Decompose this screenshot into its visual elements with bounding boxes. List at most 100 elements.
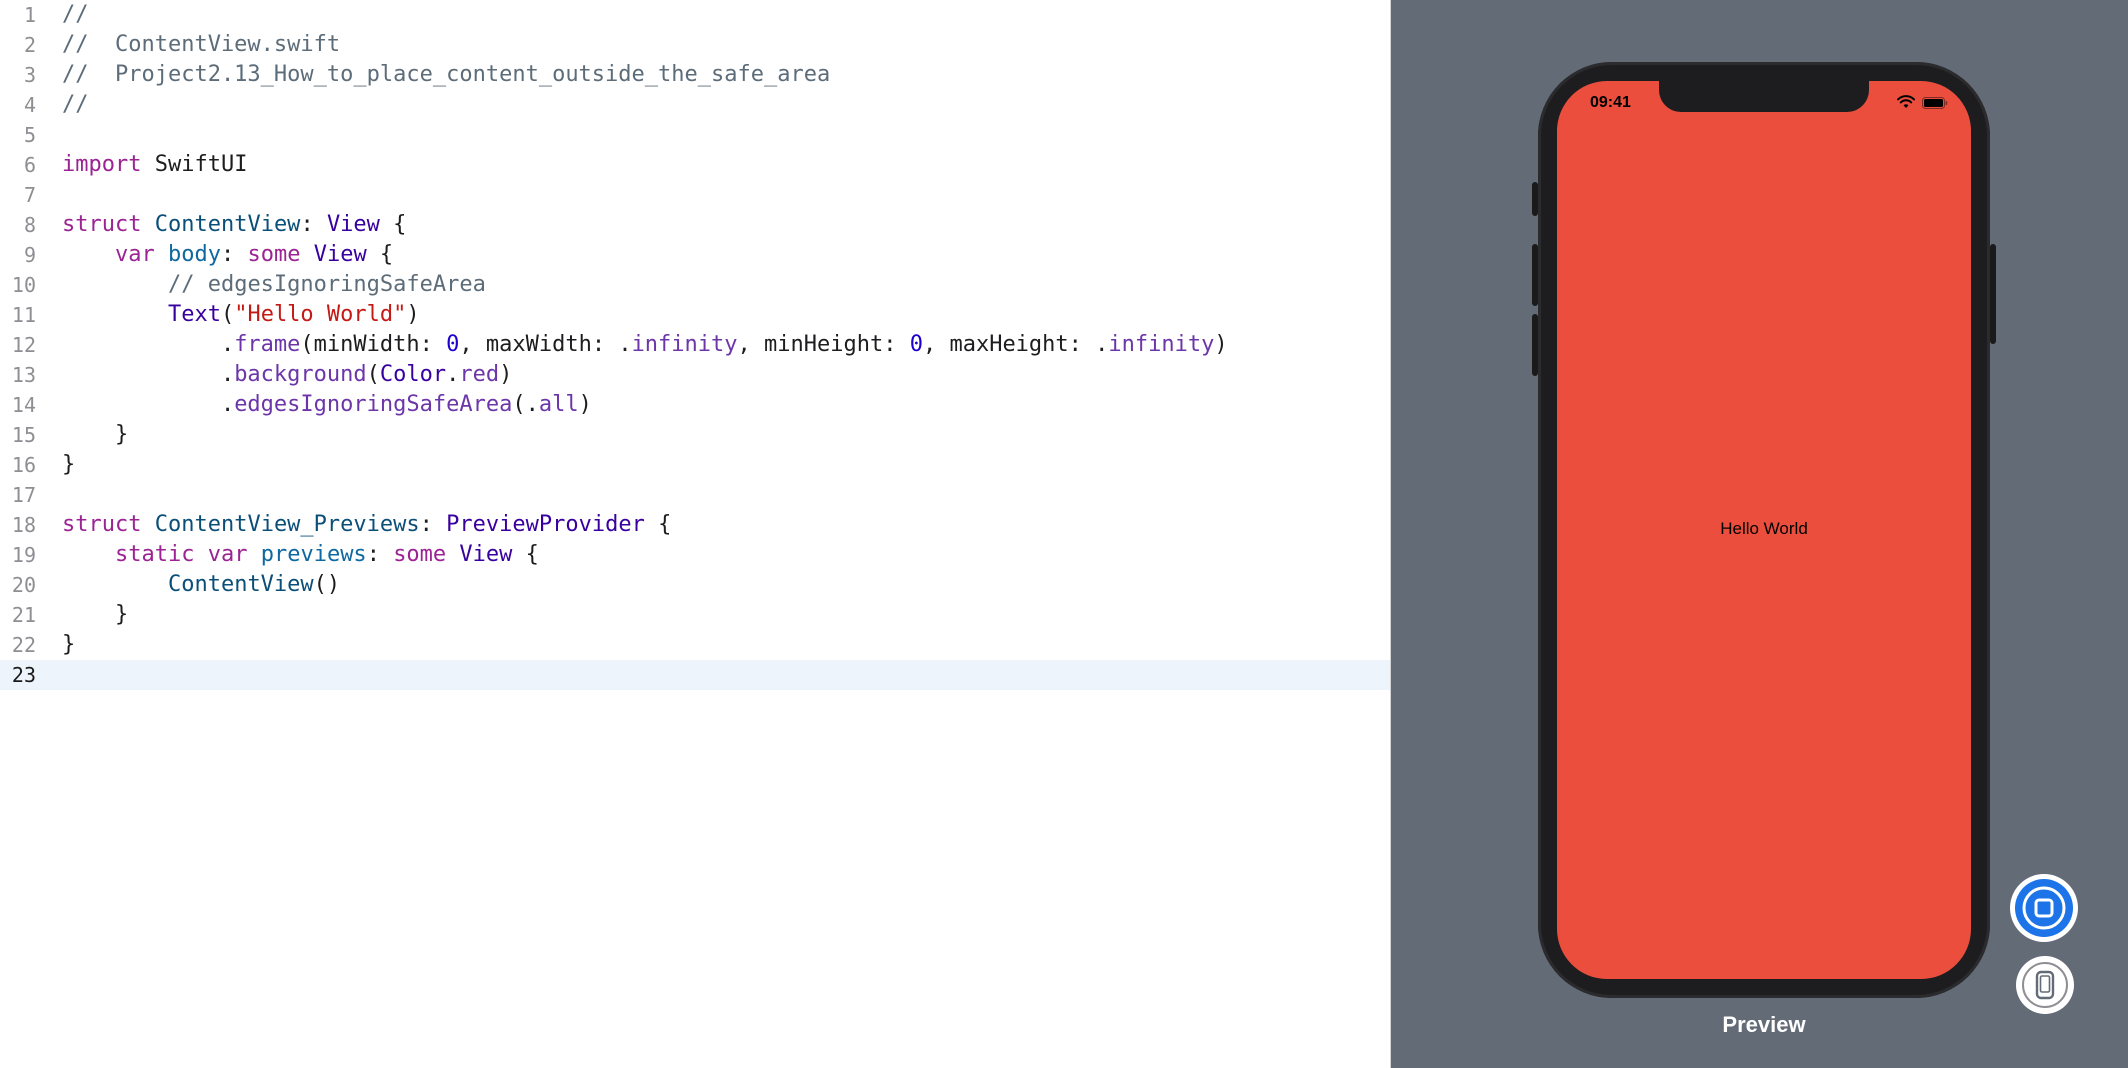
- code-text: //: [62, 0, 89, 30]
- code-line[interactable]: 17: [0, 480, 1390, 510]
- volume-up-button: [1532, 244, 1538, 306]
- code-line[interactable]: 15 }: [0, 420, 1390, 450]
- code-token: 0: [909, 332, 923, 357]
- code-text: Text("Hello World"): [62, 300, 420, 330]
- code-token: struct: [62, 212, 142, 237]
- code-line[interactable]: 13 .background(Color.red): [0, 360, 1390, 390]
- code-line[interactable]: 7: [0, 180, 1390, 210]
- code-token: import: [62, 152, 142, 177]
- device-screen: 09:41 Hello World: [1557, 81, 1971, 979]
- code-token: :: [300, 212, 327, 237]
- code-token: // edgesIgnoringSafeArea: [167, 272, 486, 297]
- code-line[interactable]: 2 // ContentView.swift: [0, 30, 1390, 60]
- code-token: all: [538, 392, 579, 417]
- code-line[interactable]: 6 import SwiftUI: [0, 150, 1390, 180]
- code-token: // Project2.13_How_to_place_content_outs…: [62, 62, 831, 87]
- code-text: ContentView(): [62, 570, 340, 600]
- line-number: 1: [23, 3, 36, 27]
- code-token: {: [366, 242, 394, 267]
- line-number: 3: [23, 63, 36, 87]
- device-settings-button[interactable]: [2016, 956, 2074, 1014]
- code-line[interactable]: 22}: [0, 630, 1390, 660]
- code-line[interactable]: 11 Text("Hello World"): [0, 300, 1390, 330]
- code-token: ): [578, 392, 592, 417]
- code-token: (): [313, 572, 341, 597]
- line-number: 11: [11, 303, 36, 327]
- line-number: 8: [23, 213, 36, 237]
- power-button: [1990, 244, 1996, 344]
- code-token: previews: [260, 542, 367, 567]
- live-preview-button[interactable]: [2010, 874, 2078, 942]
- code-line[interactable]: 19 static var previews: some View {: [0, 540, 1390, 570]
- code-token: //: [62, 2, 89, 27]
- line-number: 13: [11, 363, 36, 387]
- code-text: .background(Color.red): [62, 360, 512, 390]
- code-token: .: [62, 332, 235, 357]
- code-token: ): [1214, 332, 1228, 357]
- code-line[interactable]: 14 .edgesIgnoringSafeArea(.all): [0, 390, 1390, 420]
- code-token: infinity: [631, 332, 738, 357]
- line-number: 18: [11, 513, 36, 537]
- code-text: struct ContentView: View {: [62, 210, 406, 240]
- line-number: 5: [23, 123, 36, 147]
- code-token: struct: [62, 512, 142, 537]
- code-line[interactable]: 9 var body: some View {: [0, 240, 1390, 270]
- hello-world-text: Hello World: [1720, 519, 1808, 538]
- code-token: (: [366, 362, 380, 387]
- code-line[interactable]: 1 //: [0, 0, 1390, 30]
- code-token: :: [366, 542, 394, 567]
- preview-label: Preview: [1722, 1012, 1806, 1037]
- code-line[interactable]: 20 ContentView(): [0, 570, 1390, 600]
- code-token: }: [62, 632, 76, 657]
- code-token: ContentView: [154, 212, 301, 237]
- code-token: ): [499, 362, 513, 387]
- code-token: View: [313, 242, 367, 267]
- code-token: static: [114, 542, 195, 567]
- code-line[interactable]: 23: [0, 660, 1390, 690]
- line-number: 17: [11, 483, 36, 507]
- code-text: var body: some View {: [62, 240, 393, 270]
- line-number: 10: [11, 273, 36, 297]
- code-text: }: [62, 630, 75, 660]
- code-text: }: [62, 420, 128, 450]
- code-line[interactable]: 16}: [0, 450, 1390, 480]
- code-token: (: [220, 302, 235, 327]
- code-token: :: [419, 512, 447, 537]
- code-token: PreviewProvider: [446, 512, 645, 537]
- code-text: }: [62, 600, 128, 630]
- code-token: }: [62, 422, 129, 447]
- battery-icon: [1922, 97, 1948, 109]
- code-line[interactable]: 3 // Project2.13_How_to_place_content_out…: [0, 60, 1390, 90]
- status-bar-time: 09:41: [1590, 94, 1631, 111]
- code-token: edgesIgnoringSafeArea: [234, 392, 513, 417]
- code-line[interactable]: 4 //: [0, 90, 1390, 120]
- code-line[interactable]: 21 }: [0, 600, 1390, 630]
- code-line[interactable]: 10 // edgesIgnoringSafeArea: [0, 270, 1390, 300]
- code-token: View: [459, 542, 513, 567]
- code-token: {: [644, 512, 672, 537]
- code-token: }: [62, 602, 129, 627]
- code-line[interactable]: 5: [0, 120, 1390, 150]
- code-token: (.: [512, 392, 539, 417]
- code-line[interactable]: 12 .frame(minWidth: 0, maxWidth: .infini…: [0, 330, 1390, 360]
- line-number: 22: [11, 633, 36, 657]
- code-line[interactable]: 8 struct ContentView: View {: [0, 210, 1390, 240]
- code-editor[interactable]: 1 // 2 // ContentView.swift 3 // Project2.13_…: [0, 0, 1390, 1068]
- code-token: ContentView_Previews: [154, 512, 420, 537]
- line-number: 4: [23, 93, 36, 117]
- code-line[interactable]: 18 struct ContentView_Previews: PreviewPr…: [0, 510, 1390, 540]
- line-number: 12: [11, 333, 36, 357]
- code-token: SwiftUI: [141, 152, 248, 177]
- code-token: var: [114, 242, 155, 267]
- line-number: 2: [23, 33, 36, 57]
- code-text: struct ContentView_Previews: PreviewProv…: [62, 510, 671, 540]
- line-number: 14: [11, 393, 36, 417]
